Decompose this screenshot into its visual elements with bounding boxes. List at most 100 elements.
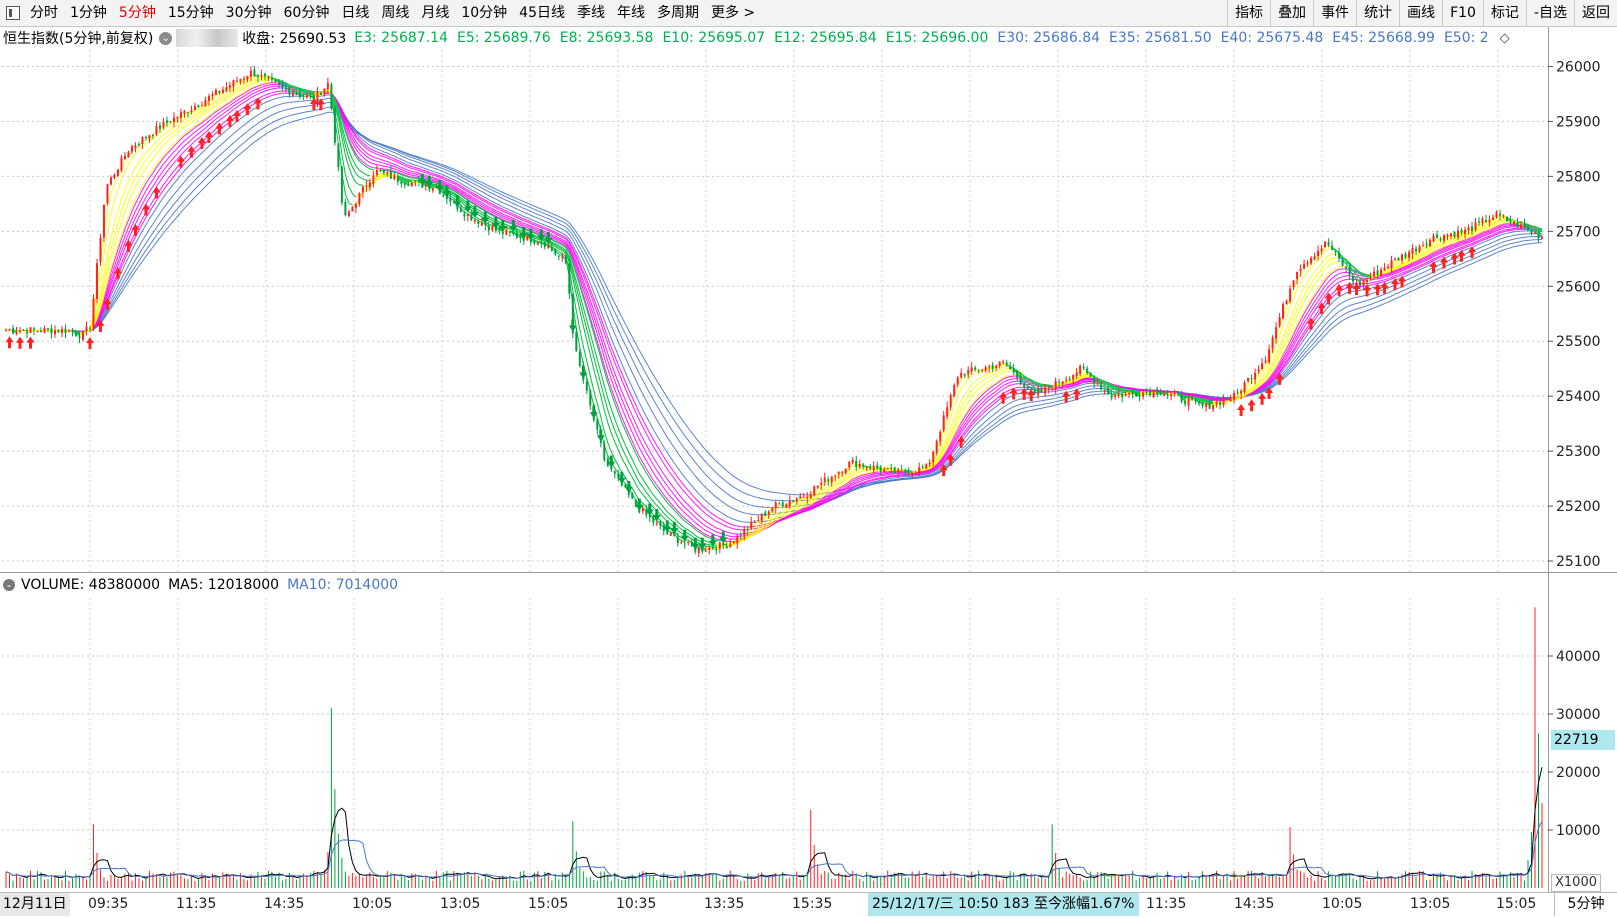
period-selector[interactable]: 5分钟: [1554, 893, 1617, 916]
volume-ma10: MA10: 7014000: [287, 577, 399, 593]
candle-body: [400, 181, 403, 185]
candle-body: [1243, 382, 1246, 392]
candle-body: [865, 467, 868, 469]
candle-body: [1509, 220, 1512, 223]
buy-arrow-icon: [5, 336, 14, 349]
candle-body: [1520, 224, 1523, 229]
candle-body: [589, 389, 592, 406]
candle-body: [274, 80, 277, 82]
candle-body: [1124, 393, 1127, 396]
time-tick: 15:05: [1496, 896, 1537, 912]
candle-body: [1159, 392, 1162, 395]
candle-body: [319, 92, 322, 95]
candle-body: [130, 146, 133, 152]
candle-body: [1485, 219, 1488, 223]
candle-body: [1131, 392, 1134, 394]
ema-line-8: [5, 77, 1543, 549]
candle-body: [1439, 239, 1442, 241]
chart-canvas[interactable]: 26000 25900 25800 25700 25600 25500 25400 25300…: [0, 0, 1617, 916]
candle-body: [1044, 387, 1047, 394]
candle-body: [1222, 399, 1225, 405]
candle-body: [1443, 235, 1446, 241]
crosshair-status: 25/12/17/三 10:50 183 至今涨幅1.67%: [868, 893, 1139, 916]
candle-body: [928, 462, 931, 465]
volume-ma5-line: [5, 767, 1543, 880]
candle-body: [242, 78, 245, 80]
pane-divider-axis: [1548, 572, 1617, 573]
buy-arrow-icon: [1247, 399, 1256, 412]
candle-body: [774, 502, 777, 508]
candle-body: [36, 330, 39, 332]
candle-body: [1464, 229, 1467, 234]
candle-body: [1212, 405, 1215, 410]
candle-body: [1289, 288, 1292, 302]
candle-body: [802, 496, 805, 498]
buy-arrow-icon: [1237, 403, 1246, 416]
ema-line-30: [6, 94, 1543, 523]
candle-body: [988, 366, 991, 368]
candle-body: [162, 121, 165, 128]
candle-body: [1257, 369, 1260, 372]
candle-body: [1156, 389, 1159, 394]
candle-body: [1534, 232, 1537, 234]
candle-body: [970, 367, 973, 372]
candle-body: [74, 332, 77, 336]
candle-body: [753, 521, 756, 523]
candle-body: [820, 482, 823, 485]
candle-body: [1268, 349, 1271, 363]
candle-body: [470, 215, 473, 221]
pane-divider: [0, 572, 1548, 573]
candle-body: [106, 184, 109, 204]
candle-body: [1303, 264, 1306, 269]
candle-body: [200, 105, 203, 107]
candle-body: [659, 521, 662, 526]
candle-body: [221, 89, 224, 94]
candle-body: [1341, 259, 1344, 266]
candle-body: [732, 542, 735, 544]
candle-body: [1334, 250, 1337, 252]
candle-body: [1236, 391, 1239, 393]
candle-body: [781, 502, 784, 507]
candle-body: [386, 172, 389, 174]
candle-body: [225, 87, 228, 91]
candle-body: [736, 535, 739, 544]
candle-body: [827, 479, 830, 482]
candle-body: [1201, 402, 1204, 407]
candle-body: [267, 77, 270, 79]
candle-body: [1366, 280, 1369, 283]
candle-body: [1376, 270, 1379, 276]
candle-body: [1226, 398, 1229, 400]
candle-body: [1411, 247, 1414, 254]
candle-body: [393, 175, 396, 180]
candle-body: [830, 476, 833, 483]
candle-body: [1471, 226, 1474, 231]
candle-body: [557, 255, 560, 257]
collapse-icon[interactable]: ⌄: [3, 579, 15, 591]
candle-body: [1271, 337, 1274, 349]
candle-body: [29, 327, 32, 333]
candle-body: [347, 211, 350, 216]
candle-body: [1054, 380, 1057, 389]
candle-body: [316, 91, 319, 103]
price-axis-border: [1548, 27, 1549, 892]
candle-body: [1194, 398, 1197, 402]
candle-body: [1516, 222, 1519, 228]
time-tick: 13:35: [704, 896, 745, 912]
candle-body: [1425, 243, 1428, 246]
time-tick: 15:05: [528, 896, 569, 912]
candle-body: [785, 504, 788, 508]
candle-body: [1313, 256, 1316, 260]
candle-body: [337, 143, 340, 168]
candle-body: [43, 328, 46, 333]
candle-body: [1047, 388, 1050, 390]
candle-body: [25, 331, 28, 334]
candle-body: [767, 511, 770, 515]
candle-body: [1495, 212, 1498, 218]
candle-body: [442, 194, 445, 196]
candle-body: [372, 175, 375, 184]
volume-value: VOLUME: 48380000: [21, 577, 161, 593]
buy-arrow-icon: [26, 336, 35, 349]
candle-body: [11, 328, 14, 334]
time-tick: 14:35: [1234, 896, 1275, 912]
time-tick: 10:35: [616, 896, 657, 912]
